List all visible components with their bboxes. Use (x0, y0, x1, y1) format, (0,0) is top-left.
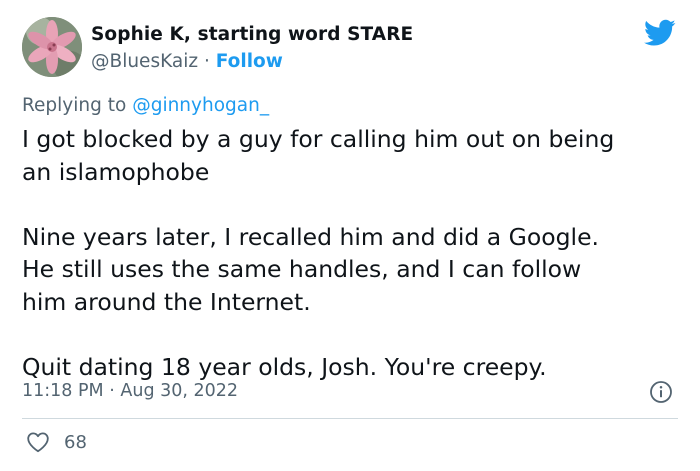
reply-mention-link[interactable]: @ginnyhogan_ (132, 95, 269, 116)
tweet-line: I got blocked by a guy for calling him o… (22, 125, 615, 153)
tweet-line: him around the Internet. (22, 287, 311, 316)
reply-prefix: Replying to (22, 95, 127, 116)
timestamp-separator: · (109, 381, 115, 401)
handle-separator: · (203, 51, 210, 72)
follow-button[interactable]: Follow (216, 51, 283, 72)
like-count: 68 (64, 432, 87, 453)
flower-avatar-image (22, 17, 82, 77)
avatar[interactable] (22, 17, 82, 77)
heart-icon[interactable] (26, 431, 50, 453)
divider (22, 418, 678, 419)
tweet-text: I got blocked by a guy for calling him o… (22, 123, 682, 383)
tweet-timestamp: 11:18 PM · Aug 30, 2022 (22, 381, 238, 401)
tweet-date[interactable]: Aug 30, 2022 (120, 381, 238, 401)
reply-context: Replying to @ginnyhogan_ (22, 95, 269, 116)
author-handle[interactable]: @BluesKaiz (91, 51, 198, 72)
tweet-card: Sophie K, starting word STARE @BluesKaiz… (0, 0, 700, 471)
author-handle-line: @BluesKaiz · Follow (91, 51, 283, 72)
tweet-time[interactable]: 11:18 PM (22, 381, 104, 401)
twitter-bird-icon[interactable] (644, 19, 676, 47)
tweet-line: Quit dating 18 year olds, Josh. You're c… (22, 352, 547, 381)
tweet-line: He still uses the same handles, and I ca… (22, 255, 582, 283)
info-icon[interactable] (649, 380, 673, 404)
tweet-line: an islamophobe (22, 157, 210, 186)
author-display-name[interactable]: Sophie K, starting word STARE (91, 24, 413, 45)
tweet-line: Nine years later, I recalled him and did… (22, 222, 600, 251)
